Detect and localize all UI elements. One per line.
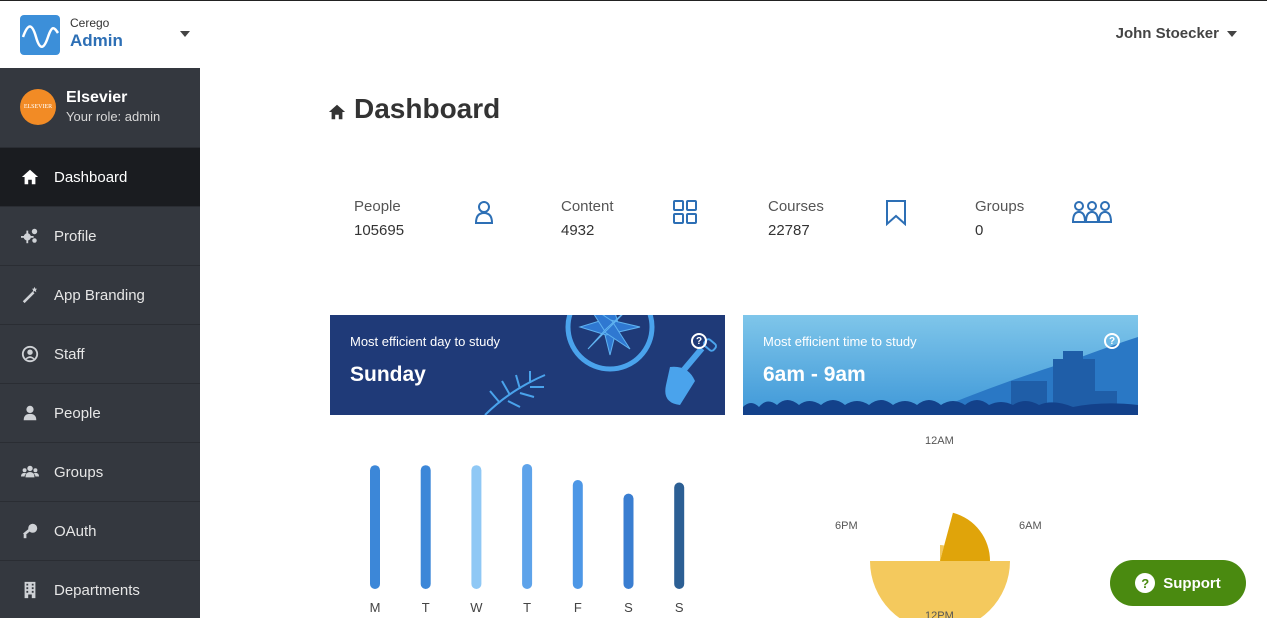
sidebar-item-label: People (54, 404, 101, 422)
bar-2 (471, 465, 482, 589)
brand-name: Cerego (70, 16, 110, 30)
stat-groups[interactable]: Groups 0 (975, 198, 1165, 246)
bar-6 (674, 482, 685, 589)
sidebar-item-label: Staff (54, 345, 85, 363)
sidebar-item-app-branding[interactable]: App Branding (0, 266, 200, 325)
stat-content[interactable]: Content 4932 (561, 198, 751, 246)
bar-label-2: W (470, 600, 483, 615)
page-title: Dashboard (328, 93, 500, 125)
clock-label-12am: 12AM (925, 435, 954, 447)
sidebar-item-label: Departments (54, 581, 140, 599)
help-icon[interactable]: ? (1104, 333, 1120, 349)
stat-value: 0 (975, 222, 984, 239)
efficient-day-value: Sunday (350, 363, 426, 386)
stat-label: Groups (975, 198, 1025, 215)
stat-value: 4932 (561, 222, 595, 239)
efficient-day-caption: Most efficient day to study (350, 334, 501, 349)
page-title-text: Dashboard (354, 93, 501, 124)
stat-value: 22787 (768, 222, 810, 239)
bar-label-5: S (624, 600, 633, 615)
app-switcher-caret-icon[interactable] (180, 31, 190, 37)
users-icon (20, 462, 40, 482)
grid-icon (671, 198, 699, 226)
user-name: John Stoecker (1115, 25, 1219, 42)
sidebar-item-staff[interactable]: Staff (0, 325, 200, 384)
bar-label-0: M (370, 600, 381, 615)
bar-3 (522, 463, 533, 589)
sidebar-item-people[interactable]: People (0, 384, 200, 443)
bookmark-icon (882, 198, 910, 227)
stat-label: Courses (768, 198, 824, 215)
bar-4 (572, 480, 583, 589)
org-header: ELSEVIER Elsevier Your role: admin (0, 68, 200, 148)
help-icon[interactable]: ? (691, 333, 707, 349)
stat-value: 105695 (354, 222, 405, 239)
weekday-efficiency-chart: MTWTFSS (370, 463, 685, 615)
efficient-day-banner: Most efficient day to study Sunday ? (330, 315, 725, 415)
efficient-time-value: 6am - 9am (763, 363, 866, 386)
magic-wand-icon (20, 285, 40, 305)
stat-label: People (354, 198, 401, 215)
sidebar-item-label: Profile (54, 227, 97, 245)
person-icon (20, 403, 40, 423)
sidebar-item-label: App Branding (54, 286, 145, 304)
bar-1 (420, 465, 431, 589)
stat-courses[interactable]: Courses 22787 (768, 198, 958, 246)
time-of-day-chart: 12AM 6AM 12PM 6PM (743, 431, 1138, 618)
support-button[interactable]: ? Support (1110, 560, 1246, 606)
user-menu[interactable]: John Stoecker (1116, 25, 1237, 42)
sidebar-item-departments[interactable]: Departments (0, 561, 200, 618)
sidebar-item-oauth[interactable]: OAuth (0, 502, 200, 561)
sidebar-item-groups[interactable]: Groups (0, 443, 200, 502)
org-logo: ELSEVIER (20, 89, 56, 125)
app-name: Admin (70, 31, 123, 50)
efficient-time-banner: Most efficient time to study 6am - 9am ? (743, 315, 1138, 415)
support-label: Support (1163, 574, 1221, 592)
stat-label: Content (561, 198, 614, 215)
home-icon (20, 167, 40, 187)
sidebar: ELSEVIER Elsevier Your role: admin Dashb… (0, 68, 200, 618)
key-icon (20, 521, 40, 541)
cerego-logo-icon[interactable] (20, 15, 60, 55)
user-circle-icon (20, 344, 40, 364)
time-of-day-plot (870, 512, 1010, 618)
bar-0 (370, 465, 380, 589)
sidebar-item-label: Groups (54, 463, 104, 481)
sidebar-item-label: OAuth (54, 522, 97, 540)
clock-label-6pm: 6PM (835, 520, 858, 532)
sidebar-item-label: Dashboard (54, 168, 128, 186)
time-segment-1 (940, 512, 990, 561)
group-outline-icon (1071, 198, 1113, 226)
bar-label-1: T (422, 600, 430, 615)
person-outline-icon (470, 198, 498, 226)
bar-5 (623, 493, 634, 589)
building-icon (20, 580, 40, 600)
question-icon: ? (1135, 573, 1156, 593)
bar-label-3: T (523, 600, 531, 615)
bar-label-6: S (675, 600, 684, 615)
clock-label-6am: 6AM (1019, 520, 1042, 532)
home-icon (328, 104, 346, 120)
gears-icon (20, 226, 40, 246)
clock-label-12pm: 12PM (925, 610, 954, 618)
sidebar-item-profile[interactable]: Profile (0, 207, 200, 266)
bar-label-4: F (574, 600, 582, 615)
org-name: Elsevier (66, 89, 128, 106)
efficient-time-caption: Most efficient time to study (763, 334, 917, 349)
chevron-down-icon (1227, 30, 1237, 37)
org-role: Your role: admin (66, 109, 161, 124)
top-header: Cerego Admin John Stoecker (0, 1, 1267, 68)
sidebar-item-dashboard[interactable]: Dashboard (0, 148, 200, 207)
stat-people[interactable]: People 105695 (354, 198, 544, 246)
